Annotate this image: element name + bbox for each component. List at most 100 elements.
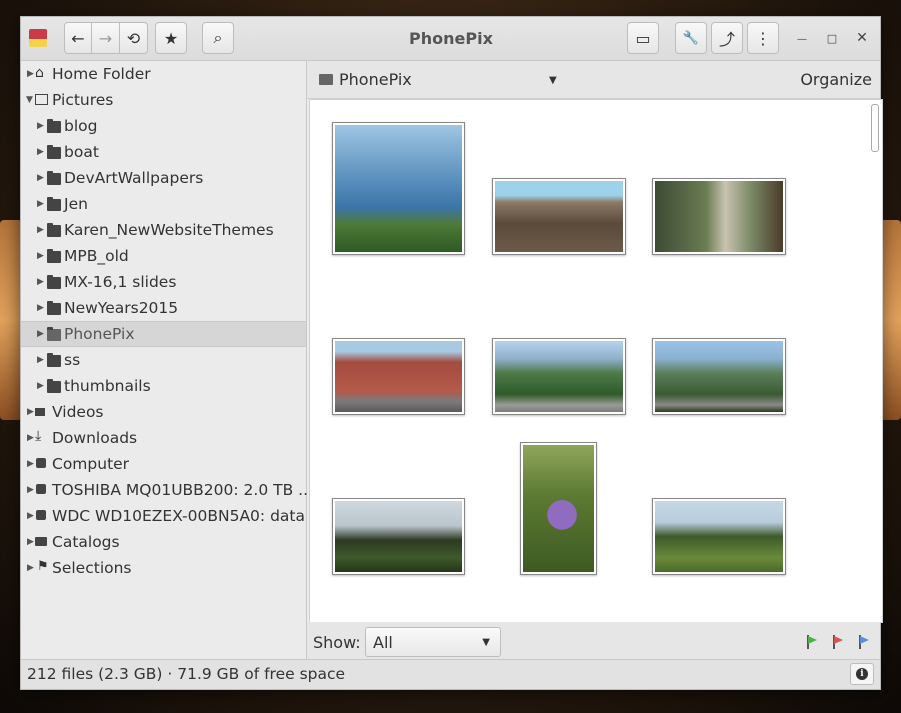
location-folder-name[interactable]: PhonePix	[339, 70, 412, 89]
forward-button[interactable]: →	[92, 22, 120, 54]
minimize-button[interactable]: —	[793, 29, 811, 47]
green-flag-icon[interactable]	[807, 635, 817, 649]
expand-arrow-icon[interactable]: ▶	[37, 113, 47, 139]
expand-arrow-icon[interactable]: ▶	[37, 217, 47, 243]
thumbnail-item[interactable]	[332, 122, 465, 255]
kebab-menu-icon: ⋮	[755, 28, 771, 48]
tree-item-pictures[interactable]: ▼ Pictures	[21, 87, 306, 113]
share-button[interactable]: ⤴	[711, 22, 743, 54]
blue-flag-icon[interactable]	[859, 635, 869, 649]
maximize-icon: □	[826, 32, 838, 45]
app-window: ← → ⟲ ★ ⌕ PhonePix ▭ 🔧 ⤴ ⋮ — □ ✕ ▶ ⌂ Hom…	[20, 16, 883, 690]
drive-icon	[36, 458, 46, 468]
thumbnail-item[interactable]	[652, 338, 786, 415]
app-icon	[29, 29, 47, 47]
tree-item-label: Selections	[52, 559, 132, 577]
tree-item-label: MPB_old	[64, 247, 129, 265]
tree-item-toshiba-drive[interactable]: ▶ TOSHIBA MQ01UBB200: 2.0 TB ...	[21, 477, 313, 503]
forward-arrow-icon: →	[98, 28, 113, 48]
folder-icon	[47, 171, 61, 185]
tree-item-blog[interactable]: ▶ blog	[21, 113, 306, 139]
thumbnail-image	[335, 501, 462, 572]
tree-item-boat[interactable]: ▶ boat	[21, 139, 306, 165]
expand-arrow-icon[interactable]: ▶	[37, 269, 47, 295]
tree-item-mpb-old[interactable]: ▶ MPB_old	[21, 243, 306, 269]
tree-item-jen[interactable]: ▶ Jen	[21, 191, 306, 217]
tree-item-mx-slides[interactable]: ▶ MX-16,1 slides	[21, 269, 306, 295]
expand-arrow-icon[interactable]: ▶	[27, 555, 37, 581]
tree-item-newyears2015[interactable]: ▶ NewYears2015	[21, 295, 306, 321]
expand-arrow-icon[interactable]: ▶	[37, 243, 47, 269]
folder-icon	[47, 327, 61, 341]
tree-item-label: Jen	[64, 195, 88, 213]
thumbnail-item[interactable]	[520, 442, 597, 575]
folder-icon	[47, 197, 61, 211]
info-button[interactable]: i	[850, 663, 874, 685]
close-button[interactable]: ✕	[853, 29, 871, 47]
thumbnail-image	[655, 181, 783, 252]
tools-button[interactable]: 🔧	[675, 22, 707, 54]
show-filter-select[interactable]: All ▼	[365, 627, 501, 657]
folder-icon	[47, 275, 61, 289]
vertical-scrollbar[interactable]	[871, 104, 879, 152]
folder-icon	[47, 301, 61, 315]
tree-item-thumbnails[interactable]: ▶ thumbnails	[21, 373, 306, 399]
expand-arrow-icon[interactable]: ▶	[37, 191, 47, 217]
thumbnail-grid[interactable]	[309, 99, 883, 623]
tree-item-devartwallpapers[interactable]: ▶ DevArtWallpapers	[21, 165, 306, 191]
menu-button[interactable]: ⋮	[747, 22, 779, 54]
tree-item-phonepix[interactable]: ▶ PhonePix	[21, 321, 306, 347]
folder-icon	[47, 119, 61, 133]
share-icon: ⤴	[718, 30, 735, 49]
tree-item-ss[interactable]: ▶ ss	[21, 347, 306, 373]
tree-item-computer[interactable]: ▶ Computer	[21, 451, 306, 477]
tree-item-label: Videos	[52, 403, 104, 421]
window-title: PhonePix	[409, 29, 493, 48]
folder-tree: ▶ ⌂ Home Folder ▼ Pictures ▶ blog ▶ boat…	[21, 61, 313, 660]
tree-item-home-folder[interactable]: ▶ ⌂ Home Folder	[21, 61, 306, 87]
catalog-icon	[35, 537, 47, 546]
expand-arrow-icon[interactable]: ▶	[37, 373, 47, 399]
thumbnail-item[interactable]	[652, 178, 786, 255]
thumbnail-item[interactable]	[492, 178, 626, 255]
expand-arrow-icon[interactable]: ▶	[37, 322, 47, 346]
presentation-icon: ▭	[635, 28, 651, 48]
expand-arrow-icon[interactable]: ▶	[37, 295, 47, 321]
chevron-down-icon[interactable]: ▼	[549, 75, 557, 86]
organize-button[interactable]: Organize	[800, 70, 872, 89]
thumbnail-item[interactable]	[332, 498, 465, 575]
info-icon: i	[856, 668, 868, 680]
tree-item-catalogs[interactable]: ▶ Catalogs	[21, 529, 306, 555]
thumbnail-item[interactable]	[492, 338, 626, 415]
star-icon: ★	[163, 28, 179, 48]
thumbnail-item[interactable]	[652, 498, 786, 575]
search-button[interactable]: ⌕	[202, 22, 234, 54]
tree-item-downloads[interactable]: ▶ ⤓ Downloads	[21, 425, 306, 451]
tree-item-selections[interactable]: ▶ ⚑ Selections	[21, 555, 306, 581]
slideshow-button[interactable]: ▭	[627, 22, 659, 54]
expand-arrow-icon[interactable]: ▶	[37, 165, 47, 191]
bookmarks-button[interactable]: ★	[155, 22, 187, 54]
tree-item-label: MX-16,1 slides	[64, 273, 177, 291]
drive-icon	[36, 484, 46, 494]
tree-item-label: boat	[64, 143, 99, 161]
home-icon: ⌂	[35, 65, 44, 81]
desktop-glow-left	[0, 220, 22, 420]
expand-arrow-icon[interactable]: ▶	[37, 347, 47, 373]
filter-bar: Show: All ▼	[307, 622, 880, 662]
thumbnail-image	[655, 501, 783, 572]
back-button[interactable]: ←	[64, 22, 92, 54]
status-bar: 212 files (2.3 GB) · 71.9 GB of free spa…	[21, 659, 880, 689]
tree-item-wdc-drive[interactable]: ▶ WDC WD10EZEX-00BN5A0: data	[21, 503, 306, 529]
drive-icon	[36, 510, 46, 520]
thumbnail-image	[523, 445, 594, 572]
maximize-button[interactable]: □	[823, 29, 841, 47]
red-flag-icon[interactable]	[833, 635, 843, 649]
thumbnail-item[interactable]	[332, 338, 465, 415]
expand-arrow-icon[interactable]: ▶	[37, 139, 47, 165]
tree-item-videos[interactable]: ▶ Videos	[21, 399, 306, 425]
tree-item-karen-newwebsitethemes[interactable]: ▶ Karen_NewWebsiteThemes	[21, 217, 306, 243]
header-bar: ← → ⟲ ★ ⌕ PhonePix ▭ 🔧 ⤴ ⋮ — □ ✕	[21, 17, 880, 61]
tree-item-label: Catalogs	[52, 533, 120, 551]
history-button[interactable]: ⟲	[120, 22, 148, 54]
